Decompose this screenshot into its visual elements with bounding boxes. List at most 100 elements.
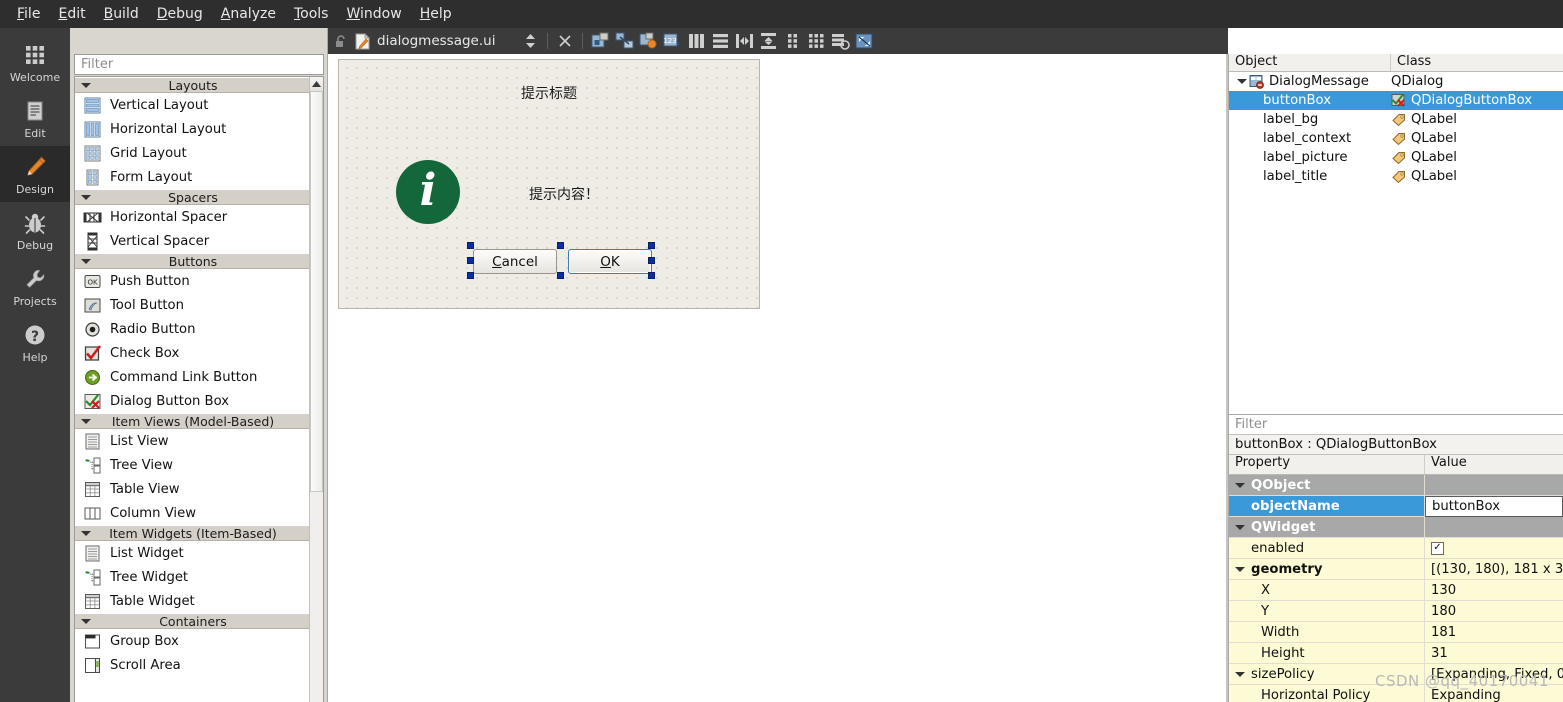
column-header-class[interactable]: Class bbox=[1391, 54, 1563, 71]
widget-item-tree-view[interactable]: Tree View bbox=[75, 453, 311, 477]
property-row-sizepolicy[interactable]: sizePolicy [Expanding, Fixed, 0, bbox=[1229, 664, 1563, 685]
widget-item-grid-layout[interactable]: Grid Layout bbox=[75, 141, 311, 165]
widget-item-push-button[interactable]: OK Push Button bbox=[75, 269, 311, 293]
mode-welcome[interactable]: Welcome bbox=[0, 34, 70, 90]
edit-tab-order-button[interactable]: 123 bbox=[661, 31, 683, 52]
chevron-down-icon[interactable] bbox=[1237, 79, 1247, 84]
property-row-geometry-height[interactable]: Height 31 bbox=[1229, 643, 1563, 664]
chevron-down-icon[interactable] bbox=[1235, 566, 1245, 572]
property-value[interactable]: 31 bbox=[1431, 646, 1448, 661]
widget-item-scroll-area[interactable]: Scroll Area bbox=[75, 653, 311, 677]
widget-item-vertical-layout[interactable]: Vertical Layout bbox=[75, 93, 311, 117]
adjust-size-button[interactable] bbox=[853, 31, 875, 52]
chevron-down-icon[interactable] bbox=[1235, 524, 1245, 530]
widget-group-item-views[interactable]: Item Views (Model-Based) bbox=[75, 413, 311, 429]
widget-item-horizontal-layout[interactable]: Horizontal Layout bbox=[75, 117, 311, 141]
label-context[interactable]: 提示内容！ bbox=[489, 184, 639, 204]
property-value[interactable]: buttonBox bbox=[1432, 499, 1500, 514]
property-row-objectname[interactable]: objectName buttonBox bbox=[1229, 496, 1563, 517]
selection-handle-br[interactable] bbox=[648, 272, 655, 279]
object-row-label-bg[interactable]: label_bg QLabel bbox=[1229, 110, 1563, 129]
ok-button[interactable]: OK bbox=[568, 249, 652, 274]
widget-item-form-layout[interactable]: Form Layout bbox=[75, 165, 311, 189]
property-row-horizontal-policy[interactable]: Horizontal Policy Expanding bbox=[1229, 685, 1563, 702]
widget-item-tool-button[interactable]: Tool Button bbox=[75, 293, 311, 317]
widget-item-dialog-button-box[interactable]: Dialog Button Box bbox=[75, 389, 311, 413]
property-row-enabled[interactable]: enabled ✓ bbox=[1229, 538, 1563, 559]
object-row-buttonbox[interactable]: buttonBox QDialogButtonBox bbox=[1229, 91, 1563, 110]
break-layout-button[interactable] bbox=[829, 31, 851, 52]
mode-projects[interactable]: Projects bbox=[0, 258, 70, 314]
form-dialog-message[interactable]: 提示标题 i 提示内容！ Cancel OK bbox=[338, 59, 760, 309]
edit-widgets-button[interactable] bbox=[589, 31, 611, 52]
column-header-object[interactable]: Object bbox=[1229, 54, 1391, 71]
property-value[interactable]: 130 bbox=[1431, 583, 1456, 598]
widget-group-buttons[interactable]: Buttons bbox=[75, 253, 311, 269]
property-row-geometry-y[interactable]: Y 180 bbox=[1229, 601, 1563, 622]
property-filter-input[interactable]: Filter bbox=[1229, 415, 1563, 435]
widget-item-command-link-button[interactable]: Command Link Button bbox=[75, 365, 311, 389]
scroll-up-arrow-icon[interactable] bbox=[310, 77, 323, 92]
widget-group-spacers[interactable]: Spacers bbox=[75, 189, 311, 205]
chevron-down-icon[interactable] bbox=[1235, 482, 1245, 488]
widget-item-vertical-spacer[interactable]: Vertical Spacer bbox=[75, 229, 311, 253]
menu-build[interactable]: Build bbox=[95, 2, 148, 26]
layout-vertically-button[interactable] bbox=[709, 31, 731, 52]
property-row-geometry-width[interactable]: Width 181 bbox=[1229, 622, 1563, 643]
widget-group-containers[interactable]: Containers bbox=[75, 613, 311, 629]
selection-handle-mr[interactable] bbox=[648, 257, 655, 264]
menu-tools[interactable]: Tools bbox=[285, 2, 338, 26]
column-header-property[interactable]: Property bbox=[1229, 455, 1425, 474]
selection-handle-bl[interactable] bbox=[467, 272, 474, 279]
object-row-label-context[interactable]: label_context QLabel bbox=[1229, 129, 1563, 148]
design-canvas[interactable]: 提示标题 i 提示内容！ Cancel OK bbox=[328, 54, 1228, 702]
button-box[interactable]: Cancel OK bbox=[467, 242, 655, 279]
column-header-value[interactable]: Value bbox=[1425, 455, 1563, 474]
object-row-label-picture[interactable]: label_picture QLabel bbox=[1229, 148, 1563, 167]
widget-box-scroll-thumb[interactable] bbox=[310, 92, 323, 492]
selection-handle-bm[interactable] bbox=[557, 272, 564, 279]
edit-signals-slots-button[interactable] bbox=[613, 31, 635, 52]
object-row-dialogmessage[interactable]: DialogMessage QDialog bbox=[1229, 72, 1563, 91]
widget-item-radio-button[interactable]: Radio Button bbox=[75, 317, 311, 341]
mode-edit[interactable]: Edit bbox=[0, 90, 70, 146]
chevron-down-icon[interactable] bbox=[1235, 671, 1245, 677]
unlocked-padlock-icon[interactable] bbox=[334, 34, 348, 49]
menu-debug[interactable]: Debug bbox=[148, 2, 212, 26]
mode-design[interactable]: Design bbox=[0, 146, 70, 202]
selection-handle-ml[interactable] bbox=[467, 257, 474, 264]
property-value[interactable]: 181 bbox=[1431, 625, 1456, 640]
widget-item-group-box[interactable]: Group Box bbox=[75, 629, 311, 653]
object-row-label-title[interactable]: label_title QLabel bbox=[1229, 167, 1563, 186]
property-row-geometry[interactable]: geometry [(130, 180), 181 x 31] bbox=[1229, 559, 1563, 580]
widget-item-table-view[interactable]: Table View bbox=[75, 477, 311, 501]
widget-item-tree-widget[interactable]: Tree Widget bbox=[75, 565, 311, 589]
widget-box-filter-input[interactable]: Filter bbox=[74, 54, 324, 75]
menu-window[interactable]: Window bbox=[337, 2, 410, 26]
widget-item-check-box[interactable]: Check Box bbox=[75, 341, 311, 365]
layout-grid-button[interactable] bbox=[805, 31, 827, 52]
widget-item-list-widget[interactable]: List Widget bbox=[75, 541, 311, 565]
split-updown-button[interactable] bbox=[519, 31, 541, 52]
label-title[interactable]: 提示标题 bbox=[479, 83, 619, 103]
layout-splitter-horizontal-button[interactable] bbox=[733, 31, 755, 52]
layout-splitter-vertical-button[interactable] bbox=[757, 31, 779, 52]
widget-item-horizontal-spacer[interactable]: Horizontal Spacer bbox=[75, 205, 311, 229]
menu-analyze[interactable]: Analyze bbox=[212, 2, 285, 26]
edit-buddies-button[interactable] bbox=[637, 31, 659, 52]
label-picture[interactable]: i bbox=[396, 160, 460, 224]
property-group-qobject[interactable]: QObject bbox=[1229, 475, 1563, 496]
cancel-button[interactable]: Cancel bbox=[473, 249, 557, 274]
widget-item-table-widget[interactable]: Table Widget bbox=[75, 589, 311, 613]
selection-handle-tr[interactable] bbox=[648, 242, 655, 249]
menu-edit[interactable]: Edit bbox=[49, 2, 94, 26]
close-editor-button[interactable] bbox=[554, 31, 576, 52]
menu-file[interactable]: File bbox=[8, 2, 49, 26]
enabled-checkbox[interactable]: ✓ bbox=[1431, 541, 1444, 555]
widget-box-scrollbar[interactable] bbox=[309, 77, 323, 702]
editor-file-tab[interactable]: dialogmessage.ui bbox=[328, 32, 495, 50]
property-value[interactable]: Expanding bbox=[1431, 688, 1501, 702]
selection-handle-tm[interactable] bbox=[557, 242, 564, 249]
widget-group-layouts[interactable]: Layouts bbox=[75, 77, 311, 93]
mode-debug[interactable]: Debug bbox=[0, 202, 70, 258]
